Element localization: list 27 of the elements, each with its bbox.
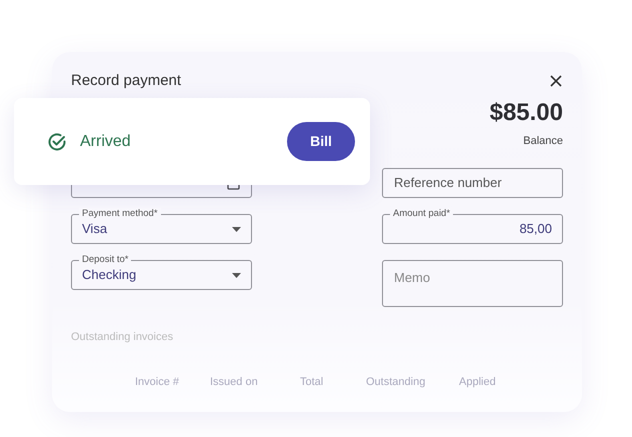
column-header: Outstanding [366,374,426,390]
field-placeholder: Reference number [394,174,502,192]
balance-label: Balance [523,134,563,148]
field-label: Amount paid* [390,208,454,220]
caret-icon [232,272,241,278]
check-circle-icon [47,132,67,152]
caret-icon [232,226,241,232]
balance-amount: $85.00 [490,100,563,124]
column-header: Issued on [210,374,259,390]
input-field[interactable]: Reference number [382,168,563,198]
field-placeholder: Memo [394,269,430,287]
field-value: 85,00 [519,220,552,238]
section-title: Outstanding invoices [71,330,174,345]
bill-button[interactable]: Bill [287,122,355,161]
column-header: Applied [459,374,497,390]
select-field[interactable]: Payment method* Visa [71,208,252,244]
field-value: Checking [82,266,136,284]
close-button[interactable] [549,74,563,88]
dialog-title: Record payment [71,71,182,91]
column-header: Invoice # [135,374,180,390]
column-header: Total [300,374,324,390]
field-label: Payment method* [79,208,161,220]
field-label: Deposit to* [79,254,132,266]
field-value: Visa [82,220,108,238]
input-field[interactable]: Amount paid* 85,00 [382,208,563,244]
status-text: Arrived [80,132,131,152]
select-field[interactable]: Deposit to* Checking [71,254,252,290]
